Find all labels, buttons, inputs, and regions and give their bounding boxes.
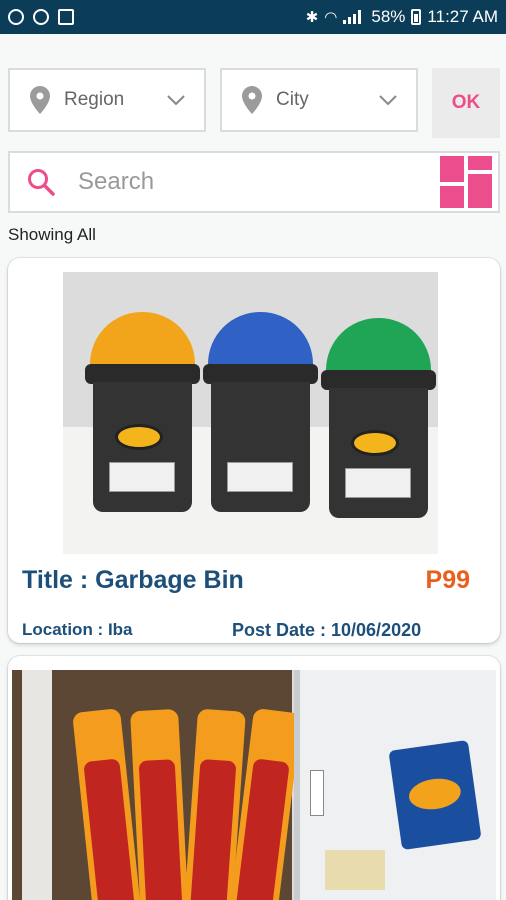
showing-filter-text: Showing All [8,225,96,244]
filter-row: Region City OK [8,68,500,138]
listing-photo [12,670,496,900]
search-input[interactable]: Search [78,168,440,196]
battery-percent: 58% [371,7,406,26]
chevron-down-icon [379,95,397,106]
city-dropdown[interactable]: City [220,68,418,132]
location-pin-icon [242,86,262,114]
clock: 11:27 AM [427,7,498,26]
listing-location: Location : Iba [22,620,133,639]
wifi-icon: ◠ [324,9,338,26]
location-pin-icon [30,86,50,114]
city-label: City [276,89,309,110]
listing-price: P99 [425,566,470,594]
listing-title: Title : Garbage Bin [22,566,244,594]
battery-icon [411,9,422,25]
listing-post-date: Post Date : 10/06/2020 [232,620,422,640]
search-icon [28,169,55,196]
listing-photo [63,272,438,554]
notification-icons [8,9,74,25]
region-label: Region [64,89,125,110]
status-bar: ✱ ◠ 58% 11:27 AM [0,0,506,34]
clipboard-icon [58,9,74,25]
signal-icon [343,10,365,24]
grid-view-icon[interactable] [440,156,492,208]
bluetooth-icon: ✱ [305,9,319,26]
region-dropdown[interactable]: Region [8,68,206,132]
ok-button[interactable]: OK [432,68,500,138]
listing-card[interactable]: Title : Garbage Bin P99 Location : Iba P… [8,258,500,643]
chevron-down-icon [167,95,185,106]
link-icon [8,9,24,25]
listing-card[interactable] [8,656,500,900]
target-icon [33,9,49,25]
search-bar[interactable]: Search [8,151,500,213]
system-status: ✱ ◠ 58% 11:27 AM [306,7,498,27]
